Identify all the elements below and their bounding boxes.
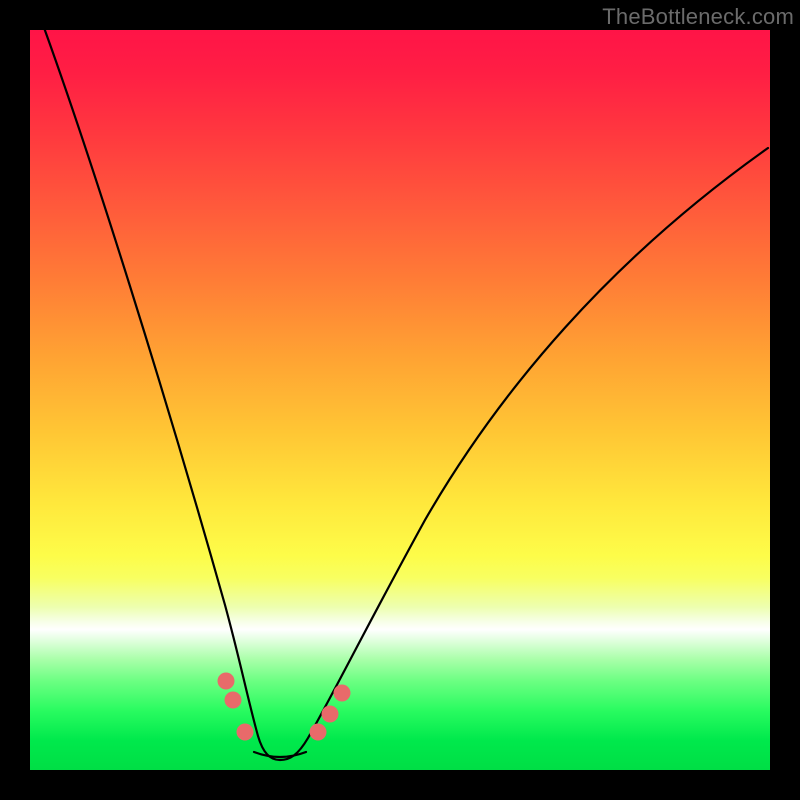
curve-path — [32, 0, 768, 760]
marker-dot — [322, 706, 339, 723]
marker-dot — [225, 692, 242, 709]
marker-dot — [237, 724, 254, 741]
watermark-text: TheBottleneck.com — [602, 4, 794, 30]
marker-dot — [310, 724, 327, 741]
marker-dot — [218, 673, 235, 690]
bottleneck-curve — [30, 30, 770, 770]
plot-area — [30, 30, 770, 770]
chart-stage: TheBottleneck.com — [0, 0, 800, 800]
marker-dot — [334, 685, 351, 702]
